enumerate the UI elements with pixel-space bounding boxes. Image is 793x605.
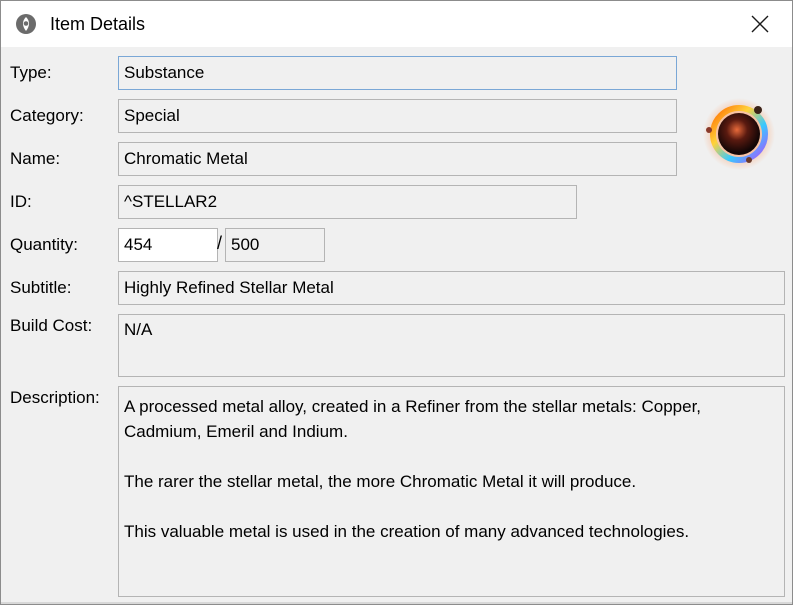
bottom-divider <box>1 602 792 604</box>
subtitle-field[interactable]: Highly Refined Stellar Metal <box>118 271 785 305</box>
description-paragraph: This valuable metal is used in the creat… <box>124 522 690 541</box>
category-field[interactable]: Special <box>118 99 677 133</box>
quantity-max-field[interactable]: 500 <box>225 228 325 262</box>
window-title: Item Details <box>50 14 146 34</box>
category-label: Category: <box>10 106 84 125</box>
type-field[interactable]: Substance <box>118 56 677 90</box>
name-field[interactable]: Chromatic Metal <box>118 142 677 176</box>
build-cost-field[interactable]: N/A <box>118 314 785 377</box>
description-field[interactable]: A processed metal alloy, created in a Re… <box>118 386 785 597</box>
id-field[interactable]: ^STELLAR2 <box>118 185 577 219</box>
description-paragraph: A processed metal alloy, created in a Re… <box>124 397 702 441</box>
build-cost-label: Build Cost: <box>10 316 93 335</box>
description-label: Description: <box>10 388 100 407</box>
build-cost-value: N/A <box>124 320 153 339</box>
close-button[interactable] <box>728 1 792 47</box>
close-icon <box>751 15 769 33</box>
subtitle-label: Subtitle: <box>10 278 72 297</box>
quantity-input[interactable]: 454 <box>118 228 218 262</box>
quantity-separator: / <box>217 233 223 253</box>
quantity-label: Quantity: <box>10 235 79 254</box>
title-bar: Item Details <box>1 1 792 47</box>
name-label: Name: <box>10 149 61 168</box>
item-details-window: Item Details Type: Substance Category: S… <box>0 0 793 605</box>
description-paragraph: The rarer the stellar metal, the more Ch… <box>124 472 637 491</box>
app-logo-icon <box>16 14 36 34</box>
id-label: ID: <box>10 192 32 211</box>
type-label: Type: <box>10 63 52 82</box>
chromatic-metal-icon <box>703 98 775 170</box>
